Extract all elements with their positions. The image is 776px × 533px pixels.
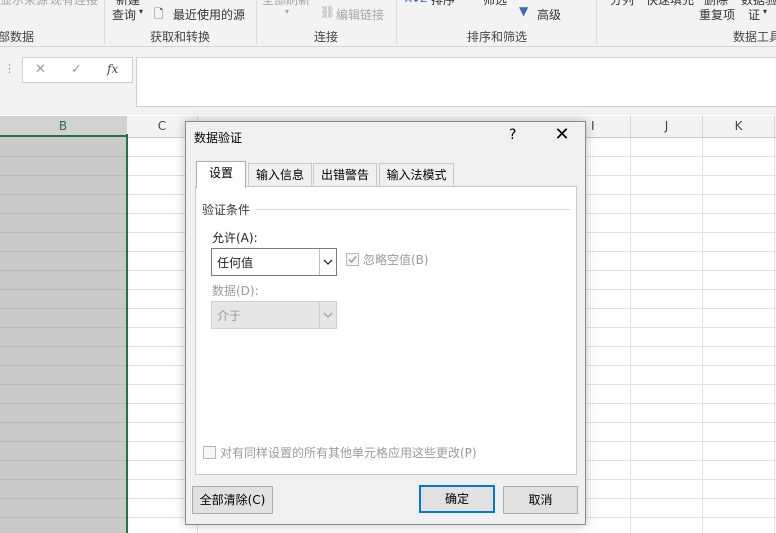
recent-sources-button[interactable]: 最近使用的源 xyxy=(173,6,245,23)
group-separator xyxy=(104,0,105,44)
selection-border xyxy=(126,134,128,533)
recent-sources-icon: 🗋 xyxy=(154,7,164,21)
group-label-connections: 连接 xyxy=(314,30,339,44)
apply-all-checkbox[interactable] xyxy=(203,446,216,459)
advanced-button[interactable]: 高级 xyxy=(537,6,561,23)
data-label: 数据(D): xyxy=(212,284,259,298)
edit-links-button[interactable]: 编辑链接 xyxy=(336,6,384,23)
section-divider xyxy=(202,209,570,210)
flash-fill-button[interactable]: 快速填充 xyxy=(646,0,694,8)
group-label-get-transform: 获取和转换 xyxy=(150,30,211,44)
ignore-blank-checkbox[interactable] xyxy=(346,253,359,266)
tab-settings[interactable]: 设置 xyxy=(196,161,246,188)
advanced-filter-icon: ▼ xyxy=(519,4,529,18)
formula-bar: ⋮ ✕ ✓ fx xyxy=(0,47,776,115)
group-label-external-data: 部数据 xyxy=(0,30,35,44)
tab-error-alert[interactable]: 出错警告 xyxy=(313,163,377,187)
group-separator xyxy=(256,0,257,44)
selected-column-b[interactable] xyxy=(0,138,126,533)
remove-duplicates-button[interactable]: 重复项 xyxy=(699,6,735,23)
drag-handle-icon[interactable]: ⋮ xyxy=(4,62,15,75)
group-label-data-tools: 数据工具 xyxy=(733,30,776,44)
chevron-down-icon xyxy=(323,259,333,265)
data-select-value: 介于 xyxy=(217,309,242,323)
allow-select[interactable]: 任何值 xyxy=(211,248,337,276)
formula-buttons-box: ✕ ✓ fx xyxy=(22,57,133,83)
ignore-blank-label: 忽略空值(B) xyxy=(363,253,429,267)
cancel-button[interactable]: 取消 xyxy=(503,486,578,514)
chevron-down-icon: ▾ xyxy=(285,7,290,16)
chevron-down-icon xyxy=(323,312,333,318)
settings-panel: 验证条件 允许(A): 任何值 忽略空值(B) 数据(D): 介于 对有同样设置… xyxy=(195,186,577,475)
allow-label: 允许(A): xyxy=(212,231,258,245)
edit-links-icon: ⛓ xyxy=(320,5,336,19)
grid-line xyxy=(702,138,703,533)
data-select: 介于 xyxy=(211,301,337,329)
show-sources-label[interactable]: 显示来源 xyxy=(0,0,48,8)
group-separator xyxy=(396,0,397,44)
sort-button[interactable]: 排序 xyxy=(431,0,455,8)
data-validation-dialog: 数据验证 ? ✕ 设置 输入信息 出错警告 输入法模式 验证条件 允许(A): … xyxy=(185,121,586,525)
dialog-title: 数据验证 xyxy=(194,131,243,145)
checkmark-icon xyxy=(348,256,357,264)
allow-select-value: 任何值 xyxy=(217,256,254,270)
column-header-b[interactable]: B xyxy=(0,116,127,137)
existing-connections-label[interactable]: 现有连接 xyxy=(50,0,98,8)
chevron-down-icon: ▾ xyxy=(763,7,768,16)
column-header-k[interactable]: K xyxy=(703,116,775,137)
new-query-button[interactable]: 查询 xyxy=(112,6,136,23)
ribbon: 显示来源 现有连接 新建 查询 ▾ 🗋 最近使用的源 全部刷新 ▾ ⛓ 编辑链接… xyxy=(0,0,776,47)
sort-az-icon: A↓Z xyxy=(405,0,427,5)
clear-all-button[interactable]: 全部清除(C) xyxy=(192,486,273,514)
insert-function-icon[interactable]: fx xyxy=(107,62,118,76)
column-header-i-label: I xyxy=(591,119,595,133)
data-dropdown-button xyxy=(319,302,336,328)
text-to-columns-button[interactable]: 分列 xyxy=(610,0,634,8)
data-validation-button[interactable]: 证 xyxy=(748,6,760,23)
group-separator xyxy=(596,0,597,44)
help-icon[interactable]: ? xyxy=(509,127,516,143)
cancel-icon[interactable]: ✕ xyxy=(35,62,46,77)
allow-dropdown-button[interactable] xyxy=(319,249,336,275)
chevron-down-icon: ▾ xyxy=(139,7,144,16)
ok-button[interactable]: 确定 xyxy=(419,485,495,513)
group-label-sort-filter: 排序和筛选 xyxy=(467,30,528,44)
filter-button[interactable]: 筛选 xyxy=(483,0,507,8)
formula-input[interactable] xyxy=(136,57,776,107)
grid-line xyxy=(774,138,775,533)
apply-all-label: 对有同样设置的所有其他单元格应用这些更改(P) xyxy=(220,446,477,460)
tab-input-message[interactable]: 输入信息 xyxy=(248,163,312,187)
grid-line xyxy=(630,138,631,533)
enter-icon[interactable]: ✓ xyxy=(71,62,82,77)
tab-ime-mode[interactable]: 输入法模式 xyxy=(379,163,454,187)
validation-criteria-title: 验证条件 xyxy=(202,201,257,218)
close-icon[interactable]: ✕ xyxy=(552,124,572,145)
column-header-j[interactable]: J xyxy=(631,116,703,137)
